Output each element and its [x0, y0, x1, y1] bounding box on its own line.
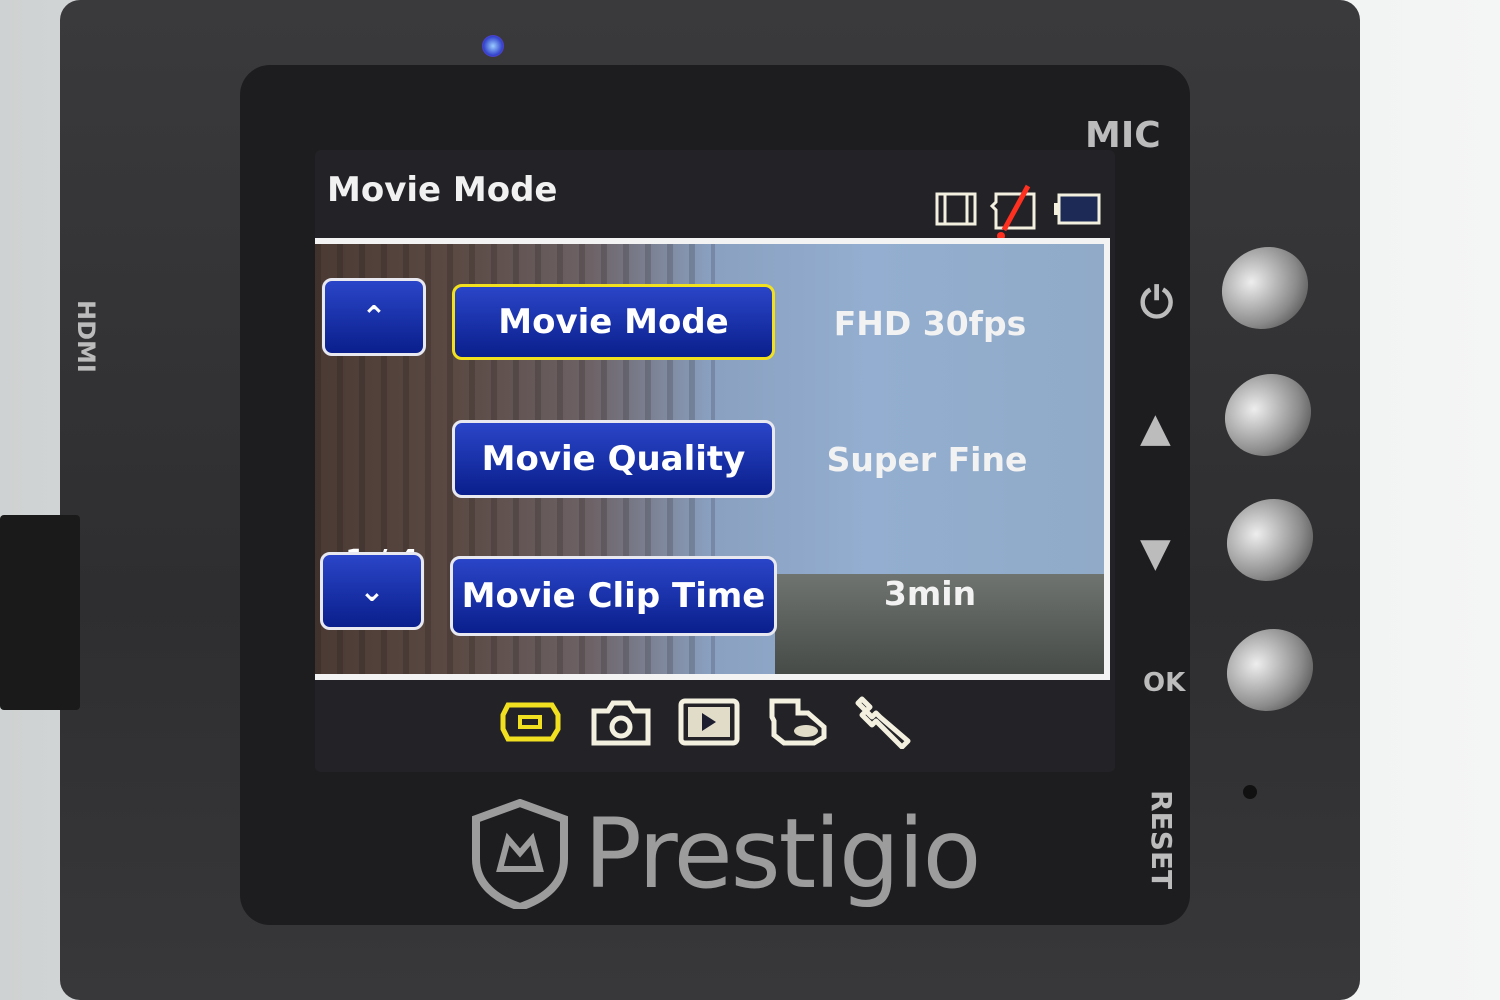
reset-label: RESET [1145, 790, 1178, 890]
cable-clip [0, 515, 80, 710]
prestigio-crest-icon [472, 799, 568, 909]
no-sd-card-icon [989, 182, 1040, 246]
brand-name: Prestigio [584, 798, 981, 910]
mode-tabs [500, 695, 916, 749]
down-label: ▼ [1140, 530, 1171, 576]
hdmi-label: HDMI [72, 300, 100, 373]
playback-icon[interactable] [678, 697, 740, 747]
status-led [482, 35, 504, 57]
menu-value-movie-mode: FHD 30fps [833, 304, 1027, 343]
page-title: Movie Mode [327, 170, 558, 210]
mode-icon[interactable] [766, 697, 828, 747]
film-strip-icon [935, 192, 977, 230]
battery-icon [1053, 192, 1101, 230]
menu-value-movie-quality: Super Fine [826, 440, 1028, 479]
scroll-up-button[interactable]: ⌃ [322, 278, 426, 356]
menu-value-movie-clip-time: 3min [883, 574, 977, 613]
power-label: ⏻ [1140, 278, 1174, 327]
scroll-down-button[interactable]: ⌄ [320, 552, 424, 630]
menu-area: ⌃ 1 / 4 ⌄ Movie Mode FHD 30fps Movie Qua… [315, 238, 1110, 680]
video-camera-icon[interactable] [500, 697, 564, 747]
lcd-screen: Movie Mode ⌃ 1 / 4 ⌄ Movie Mode FHD 30fp… [315, 150, 1115, 772]
wrench-icon[interactable] [854, 695, 916, 749]
camera-icon[interactable] [590, 697, 652, 747]
menu-item-movie-mode[interactable]: Movie Mode [452, 284, 775, 360]
reset-hole[interactable] [1243, 785, 1257, 799]
menu-item-movie-clip-time[interactable]: Movie Clip Time [450, 556, 777, 636]
up-label: ▲ [1140, 405, 1171, 451]
brand-logo: Prestigio [470, 798, 981, 910]
menu-item-movie-quality[interactable]: Movie Quality [452, 420, 775, 498]
ok-label: OK [1143, 668, 1186, 698]
